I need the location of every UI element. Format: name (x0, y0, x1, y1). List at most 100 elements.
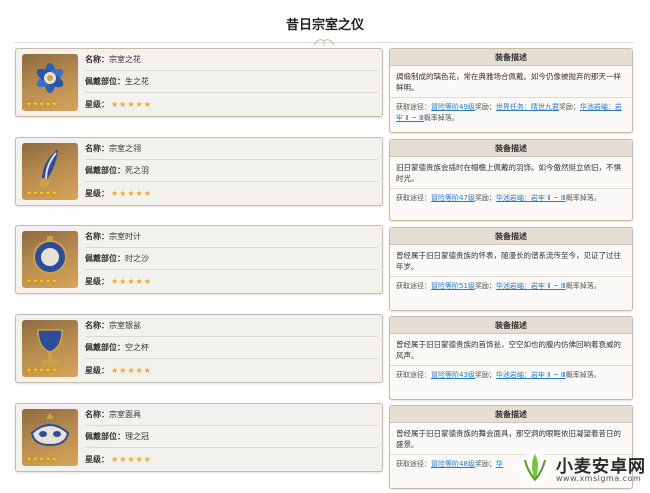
slot-row: 佩戴部位： 空之杯 (85, 337, 378, 359)
slot-label: 佩戴部位： (85, 432, 125, 441)
rarity-row: 星级： ★★★★★ (85, 359, 378, 381)
source-link[interactable]: 冒险等阶43级 (431, 371, 475, 379)
slot-label: 佩戴部位： (85, 343, 125, 352)
desc-text: 曾经属于旧日蒙德贵族的首饰瓮，空空如也的腹内仿佛回响着衰威的风声。 (390, 334, 632, 366)
source-link[interactable]: 华 (496, 460, 503, 468)
rarity-label: 星级： (85, 454, 109, 464)
rarity-label: 星级： (85, 99, 109, 109)
artifact-slot: 时之沙 (125, 254, 149, 263)
rarity-row: 星级： ★★★★★ (85, 270, 378, 292)
source-sep: 奖励； (474, 282, 496, 290)
name-row: 名称： 宗室之翎 (85, 138, 378, 160)
desc-header: 装备描述 (390, 406, 632, 423)
slot-row: 佩戴部位： 生之花 (85, 71, 378, 93)
source-link[interactable]: 冒险等阶47级 (431, 194, 475, 202)
desc-panel-flower: 装备描述 绸缎制成的璃色花，常在典雅场合佩戴。如今仍像被抛弃的那天一样鲜明。 获… (389, 48, 633, 133)
source-sep: 概率掉落。 (565, 282, 601, 290)
artifact-image-plume: ★★★★★ (22, 143, 78, 200)
slot-row: 佩戴部位： 死之羽 (85, 160, 378, 182)
rarity-stars-inline: ★★★★★ (111, 99, 152, 109)
artifact-card-goblet: ★★★★★ 名称： 宗室银瓮 佩戴部位： 空之杯 星级： ★★★★★ (15, 314, 383, 383)
rarity-row: 星级： ★★★★★ (85, 182, 378, 204)
source-link[interactable]: 华池岩岫：岩牢 Ⅱ ~ Ⅲ (496, 282, 566, 290)
name-label: 名称： (85, 55, 109, 64)
watermark-url: www.xmsigma.com (556, 474, 642, 483)
source-label: 获取途径： (396, 194, 431, 202)
rarity-stars: ★★★★★ (26, 366, 58, 374)
rarity-stars: ★★★★★ (26, 277, 58, 285)
source-label: 获取途径： (396, 460, 431, 468)
artifact-image-sands: ★★★★★ (22, 231, 78, 288)
artifact-slot: 死之羽 (125, 166, 149, 175)
source-link[interactable]: 冒险等阶51级 (431, 282, 475, 290)
rarity-label: 星级： (85, 276, 109, 286)
rarity-label: 星级： (85, 188, 109, 198)
source-link[interactable]: 冒险等阶48级 (431, 460, 475, 468)
artifact-name: 宗室之翎 (109, 144, 141, 153)
source-link[interactable]: 冒险等阶49级 (431, 103, 475, 111)
source-sep: 奖励； (474, 194, 496, 202)
source-sep: 奖励； (558, 103, 580, 111)
source-sep: 概率掉落。 (565, 371, 601, 379)
flower-icon (36, 63, 64, 93)
desc-text: 旧日蒙德贵族会插时在帽檐上佩戴的羽饰。如今傲然挺立依旧，不惧时光。 (390, 157, 632, 189)
source-label: 获取途径： (396, 371, 431, 379)
rarity-stars: ★★★★★ (26, 100, 58, 108)
artifact-name: 宗室时计 (109, 232, 141, 241)
rarity-stars-inline: ★★★★★ (111, 276, 152, 286)
source-link[interactable]: 华池岩岫：岩牢 Ⅱ ~ Ⅲ (496, 194, 566, 202)
goblet-icon (37, 329, 63, 365)
source-sep: 概率掉落。 (565, 194, 601, 202)
source-text: 获取途径：冒险等阶49级奖励；世界任务：晴世九君奖励；华池岩岫：岩牢 Ⅱ ~ Ⅲ… (390, 98, 632, 128)
source-link[interactable]: 华池岩岫：岩牢 Ⅱ ~ Ⅲ (496, 371, 566, 379)
source-sep: 概率掉落。 (423, 114, 459, 122)
name-row: 名称： 宗室面具 (85, 404, 378, 426)
desc-header: 装备描述 (390, 228, 632, 245)
source-label: 获取途径： (396, 103, 431, 111)
slot-label: 佩戴部位： (85, 166, 125, 175)
artifact-name: 宗室银瓮 (109, 321, 141, 330)
rarity-stars-inline: ★★★★★ (111, 365, 152, 375)
artifact-card-circlet: ★★★★★ 名称： 宗室面具 佩戴部位： 理之冠 星级： ★★★★★ (15, 403, 383, 472)
source-sep: 奖励； (474, 371, 496, 379)
rarity-row: 星级： ★★★★★ (85, 448, 378, 470)
desc-text: 曾经属于旧日蒙德贵族的怀表，随漫长的谱系流传至今，见证了过往年岁。 (390, 245, 632, 277)
slot-label: 佩戴部位： (85, 254, 125, 263)
name-row: 名称： 宗室银瓮 (85, 315, 378, 337)
desc-panel-plume: 装备描述 旧日蒙德贵族会插时在帽檐上佩戴的羽饰。如今傲然挺立依旧，不惧时光。 获… (389, 139, 633, 221)
artifact-card-plume: ★★★★★ 名称： 宗室之翎 佩戴部位： 死之羽 星级： ★★★★★ (15, 137, 383, 206)
source-text: 获取途径：冒险等阶47级奖励；华池岩岫：岩牢 Ⅱ ~ Ⅲ概率掉落。 (390, 189, 632, 208)
artifact-name: 宗室面具 (109, 410, 141, 419)
name-label: 名称： (85, 144, 109, 153)
source-text: 获取途径：冒险等阶43级奖励；华池岩岫：岩牢 Ⅱ ~ Ⅲ概率掉落。 (390, 366, 632, 385)
name-label: 名称： (85, 410, 109, 419)
desc-header: 装备描述 (390, 140, 632, 157)
artifact-name: 宗室之花 (109, 55, 141, 64)
rarity-stars-inline: ★★★★★ (111, 454, 152, 464)
name-row: 名称： 宗室时计 (85, 226, 378, 248)
page-title: 昔日宗室之仪 (285, 18, 364, 33)
pocket-watch-icon (33, 236, 67, 274)
source-link[interactable]: 世界任务：晴世九君 (496, 103, 559, 111)
ornament-icon (313, 39, 335, 46)
source-label: 获取途径： (396, 282, 431, 290)
desc-panel-goblet: 装备描述 曾经属于旧日蒙德贵族的首饰瓮，空空如也的腹内仿佛回响着衰威的风声。 获… (389, 316, 633, 400)
rarity-stars-inline: ★★★★★ (111, 188, 152, 198)
desc-panel-sands: 装备描述 曾经属于旧日蒙德贵族的怀表，随漫长的谱系流传至今，见证了过往年岁。 获… (389, 227, 633, 311)
name-row: 名称： 宗室之花 (85, 49, 378, 71)
desc-text: 绸缎制成的璃色花，常在典雅场合佩戴。如今仍像被抛弃的那天一样鲜明。 (390, 66, 632, 98)
rarity-stars: ★★★★★ (26, 189, 58, 197)
artifact-image-circlet: ★★★★★ (22, 409, 78, 466)
page: { "page": {"title": "昔日宗室之仪"}, "labels":… (0, 0, 650, 493)
source-text: 获取途径：冒险等阶51级奖励；华池岩岫：岩牢 Ⅱ ~ Ⅲ概率掉落。 (390, 277, 632, 296)
plume-icon (39, 149, 58, 188)
name-label: 名称： (85, 232, 109, 241)
desc-header: 装备描述 (390, 317, 632, 334)
artifact-image-flower: ★★★★★ (22, 54, 78, 111)
rarity-row: 星级： ★★★★★ (85, 93, 378, 115)
artifact-card-flower: ★★★★★ 名称： 宗室之花 佩戴部位： 生之花 星级： ★★★★★ (15, 48, 383, 117)
artifact-slot: 空之杯 (125, 343, 149, 352)
source-sep: 奖励； (474, 103, 496, 111)
name-label: 名称： (85, 321, 109, 330)
artifact-slot: 生之花 (125, 77, 149, 86)
